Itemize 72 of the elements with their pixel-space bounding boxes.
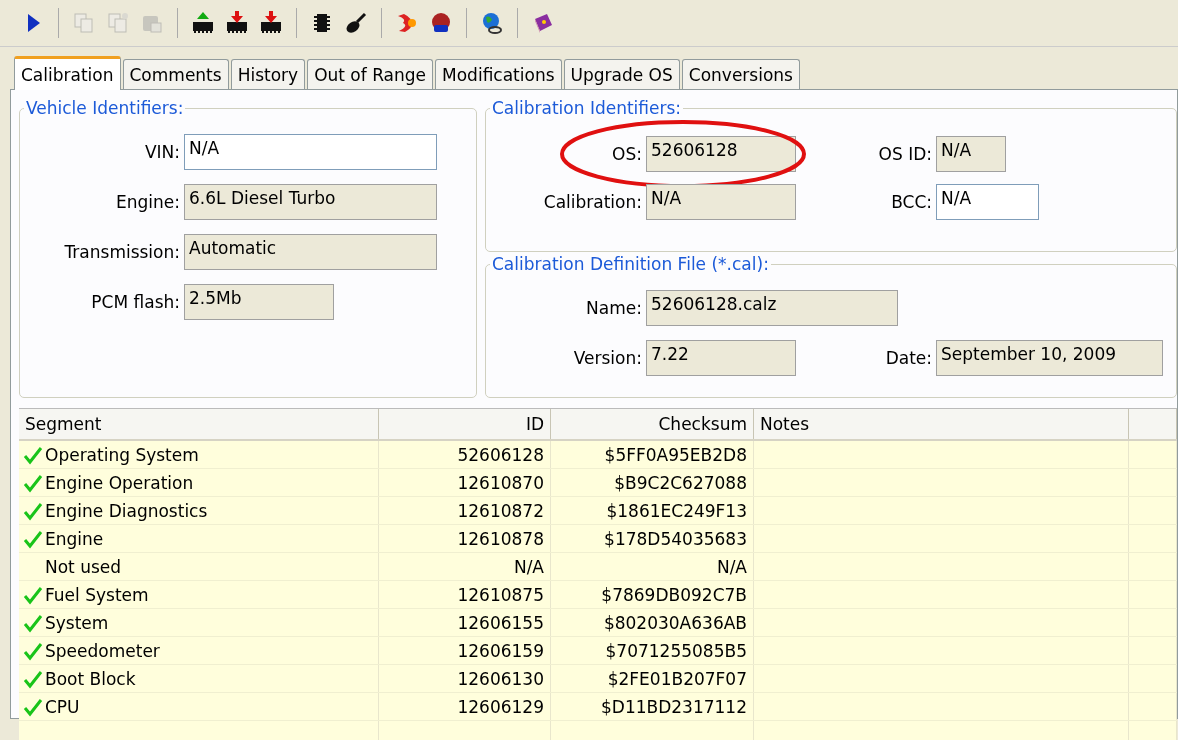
- copy-icon: [72, 11, 96, 35]
- table-cell: $7869DB092C7B: [551, 581, 754, 608]
- table-cell: System: [45, 612, 109, 633]
- field-label: Version:: [572, 348, 642, 368]
- chip-down-icon: [259, 11, 283, 35]
- table-cell: $178D54035683: [551, 525, 754, 552]
- group-title: Calibration Identifiers:: [491, 98, 683, 118]
- table-cell: 12610870: [379, 469, 551, 496]
- column-header[interactable]: Checksum: [551, 409, 754, 439]
- text-field[interactable]: N/A: [646, 184, 796, 220]
- group-title: Calibration Definition File (*.cal):: [491, 254, 770, 274]
- table-cell: $B9C2C627088: [551, 469, 754, 496]
- column-header[interactable]: Notes: [754, 409, 1129, 439]
- table-cell: N/A: [551, 553, 754, 580]
- table-cell: $1861EC249F13: [551, 497, 754, 524]
- table-cell: 12606159: [379, 637, 551, 664]
- text-field[interactable]: N/A: [184, 134, 437, 170]
- table-cell: 12610875: [379, 581, 551, 608]
- text-field[interactable]: September 10, 2009: [936, 340, 1163, 376]
- text-field[interactable]: 2.5Mb: [184, 284, 334, 320]
- table-cell: 12610878: [379, 525, 551, 552]
- table-cell: Fuel System: [45, 584, 149, 605]
- field-label: VIN:: [143, 142, 180, 162]
- text-field[interactable]: 6.6L Diesel Turbo: [184, 184, 437, 220]
- tab[interactable]: Comments: [122, 59, 229, 89]
- tab[interactable]: Upgrade OS: [563, 59, 680, 89]
- table-cell: 12610872: [379, 497, 551, 524]
- tab[interactable]: Calibration: [14, 56, 121, 90]
- text-field[interactable]: N/A: [936, 136, 1006, 172]
- column-header[interactable]: ID: [379, 409, 551, 439]
- table-cell: $2FE01B207F07: [551, 665, 754, 692]
- field-label: Name:: [585, 298, 642, 318]
- column-header[interactable]: Segment: [19, 409, 379, 439]
- table-cell: Speedometer: [45, 640, 160, 661]
- field-label: BCC:: [890, 192, 932, 212]
- table-cell: 12606130: [379, 665, 551, 692]
- table-cell: Operating System: [45, 444, 199, 465]
- table-cell: $5FF0A95EB2D8: [551, 441, 754, 468]
- field-label: OS:: [611, 144, 642, 164]
- copy-new-icon: [106, 11, 130, 35]
- field-label: Calibration:: [542, 192, 642, 212]
- tab[interactable]: Conversions: [681, 59, 800, 89]
- table-cell: Not used: [45, 556, 122, 577]
- text-field[interactable]: 7.22: [646, 340, 796, 376]
- field-label: Transmission:: [63, 242, 180, 262]
- field-label: OS ID:: [877, 144, 932, 164]
- chip-in-icon: [225, 11, 249, 35]
- table-cell: Engine: [45, 528, 104, 549]
- table-cell: Engine Operation: [45, 472, 194, 493]
- text-field[interactable]: N/A: [936, 184, 1039, 220]
- text-field[interactable]: 52606128.calz: [646, 290, 898, 326]
- table-cell: $7071255085B5: [551, 637, 754, 664]
- text-field[interactable]: Automatic: [184, 234, 437, 270]
- tab[interactable]: History: [230, 59, 306, 89]
- field-label: Engine:: [115, 192, 180, 212]
- table-cell: 12606129: [379, 693, 551, 720]
- text-field[interactable]: 52606128: [646, 136, 796, 172]
- field-label: PCM flash:: [90, 292, 180, 312]
- table-cell: 12606155: [379, 609, 551, 636]
- chip-up-icon: [191, 11, 215, 35]
- table-cell: N/A: [379, 553, 551, 580]
- table-cell: 52606128: [379, 441, 551, 468]
- table-cell: CPU: [45, 696, 80, 717]
- tab[interactable]: Out of Range: [307, 59, 434, 89]
- field-label: Date:: [884, 348, 932, 368]
- table-cell: Boot Block: [45, 668, 136, 689]
- table-cell: $802030A636AB: [551, 609, 754, 636]
- table-cell: $D11BD2317112: [551, 693, 754, 720]
- table-cell: Engine Diagnostics: [45, 500, 208, 521]
- globe-icon: [480, 11, 504, 35]
- tab[interactable]: Modifications: [435, 59, 562, 89]
- group-title: Vehicle Identifiers:: [25, 98, 185, 118]
